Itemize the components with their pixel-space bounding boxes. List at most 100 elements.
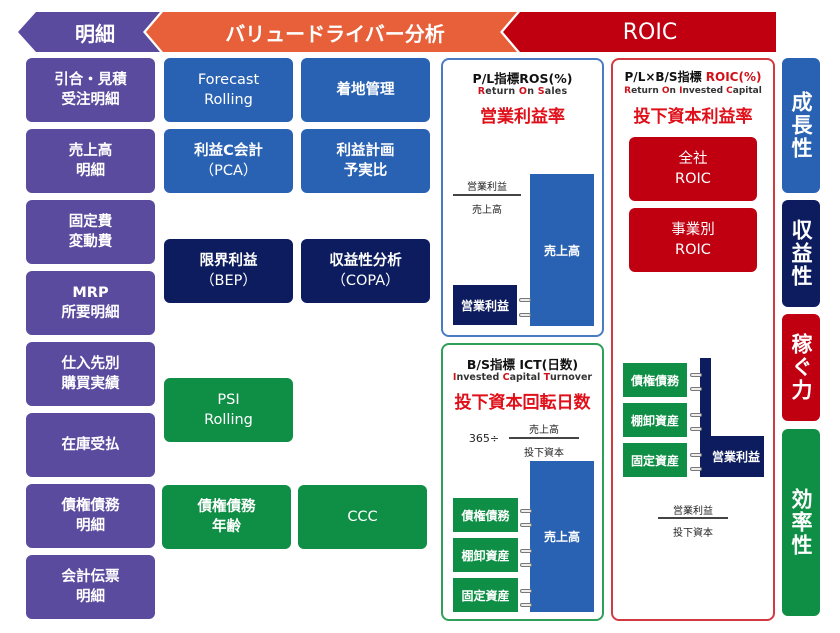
- binder-ring-icon: [690, 387, 702, 391]
- driver-line1: 着地管理: [336, 82, 395, 98]
- driver-pca[interactable]: 利益C会計 （PCA）: [164, 129, 293, 193]
- roic-bar-fixed-assets: 固定資産: [623, 443, 687, 477]
- driver-profit-plan[interactable]: 利益計画 予実比: [301, 129, 430, 193]
- driver-aging[interactable]: 債権債務 年齢: [162, 485, 291, 549]
- roic-bar-inventory: 棚卸資産: [623, 403, 687, 437]
- roic-title-main: P/L×B/S指標: [624, 70, 706, 84]
- detail-item-line1: MRP: [72, 285, 109, 301]
- ict-denominator: 投下資本: [524, 448, 564, 459]
- detail-item-line1: 固定費: [68, 214, 113, 230]
- header-value-driver-label: バリュードライバー分析: [225, 21, 445, 46]
- ros-sub-word: n: [527, 86, 538, 97]
- binder-ring-icon: [520, 563, 532, 567]
- company-roic-line2: ROIC: [675, 171, 711, 187]
- detail-item-line1: 会計伝票: [61, 569, 120, 585]
- binder-ring-icon: [520, 549, 532, 553]
- segment-roic-button[interactable]: 事業別 ROIC: [629, 208, 757, 272]
- roic-sub-word: apital: [732, 86, 762, 96]
- ros-sub-initial: S: [537, 86, 545, 97]
- segment-roic-line2: ROIC: [675, 242, 711, 258]
- driver-psi-rolling[interactable]: PSI Rolling: [164, 378, 293, 442]
- ict-jp-title: 投下資本回転日数: [454, 393, 591, 413]
- roic-subtitle: Return On Invested Capital: [613, 86, 773, 96]
- segment-roic-line1: 事業別: [671, 222, 715, 238]
- driver-line1: 債権債務: [197, 499, 256, 515]
- driver-line2: Rolling: [204, 412, 253, 428]
- binder-ring-icon: [520, 589, 532, 593]
- ros-subtitle: Return On Sales: [443, 86, 602, 97]
- roic-panel[interactable]: P/L×B/S指標 ROIC(%) Return On Invested Cap…: [611, 58, 775, 621]
- side-label-profitability[interactable]: 収益性: [782, 200, 820, 307]
- driver-line2: 年齢: [212, 519, 241, 535]
- side-label-efficiency[interactable]: 効率性: [782, 429, 820, 616]
- ict-prefix: 365÷: [468, 432, 500, 445]
- detail-item-receivables[interactable]: 債権債務 明細: [26, 484, 155, 548]
- detail-item-line2: 購買実績: [61, 376, 120, 392]
- binder-ring-icon: [519, 313, 531, 317]
- driver-forecast-rolling[interactable]: Forecast Rolling: [164, 58, 293, 122]
- ros-panel[interactable]: P/L指標ROS(%) Return On Sales 営業利益率 営業利益 売…: [441, 58, 604, 337]
- roic-sub-word: n: [669, 86, 680, 96]
- driver-bep[interactable]: 限界利益 （BEP）: [164, 239, 293, 303]
- ros-sub-initial: O: [518, 86, 528, 97]
- binder-ring-icon: [520, 603, 532, 607]
- binder-ring-icon: [520, 523, 532, 527]
- driver-line1: 利益C会計: [194, 143, 263, 159]
- ros-jp-title: 営業利益率: [480, 107, 565, 127]
- detail-item-line2: 所要明細: [61, 305, 120, 321]
- binder-ring-icon: [690, 413, 702, 417]
- driver-line2: 予実比: [343, 163, 388, 179]
- ros-bar-operating-profit: 営業利益: [453, 285, 517, 325]
- roic-numerator: 営業利益: [673, 506, 713, 517]
- ict-panel[interactable]: B/S指標 ICT(日数) Invested Capital Turnover …: [441, 343, 604, 621]
- detail-item-purchase[interactable]: 仕入先別 購買実績: [26, 342, 155, 406]
- detail-item-line2: 明細: [76, 518, 105, 534]
- roic-sub-initial: O: [661, 86, 670, 96]
- driver-line2: （BEP）: [200, 273, 257, 289]
- detail-item-line1: 仕入先別: [61, 356, 120, 372]
- detail-item-sales[interactable]: 売上高 明細: [26, 129, 155, 193]
- ict-sub-initial: C: [502, 372, 510, 383]
- driver-ccc[interactable]: CCC: [298, 485, 427, 549]
- driver-line1: Forecast: [197, 72, 260, 88]
- detail-item-mrp[interactable]: MRP 所要明細: [26, 271, 155, 335]
- detail-item-line2: 明細: [76, 589, 105, 605]
- binder-ring-icon: [690, 373, 702, 377]
- detail-item-line2: 変動費: [68, 234, 113, 250]
- roic-title: P/L×B/S指標 ROIC(%): [613, 68, 773, 85]
- company-roic-button[interactable]: 全社 ROIC: [629, 137, 757, 201]
- detail-item-fixed-variable-cost[interactable]: 固定費 変動費: [26, 200, 155, 264]
- side-label-growth[interactable]: 成長性: [782, 58, 820, 193]
- fraction-line: [453, 194, 521, 196]
- roic-denominator: 投下資本: [673, 528, 713, 539]
- roic-jp-title: 投下資本利益率: [633, 107, 753, 127]
- detail-item-inventory[interactable]: 在庫受払: [26, 413, 155, 477]
- detail-item-journal[interactable]: 会計伝票 明細: [26, 555, 155, 619]
- side-label-earning-power[interactable]: 稼ぐ力: [782, 314, 820, 421]
- ict-sub-word: apital: [509, 372, 544, 383]
- ict-bar-fixed-assets: 固定資産: [453, 578, 518, 612]
- ict-sub-word: nvested: [456, 372, 503, 383]
- ros-bar-sales: 売上高: [530, 174, 594, 326]
- roic-bar-receivables: 債権債務: [623, 363, 687, 397]
- driver-landing-management[interactable]: 着地管理: [301, 58, 430, 122]
- detail-item-line2: 明細: [76, 163, 105, 179]
- ros-sub-word: ales: [544, 86, 568, 97]
- roic-bar-operating-profit: 営業利益: [700, 436, 764, 477]
- ict-bar-sales: 売上高: [530, 461, 594, 612]
- driver-line2: Rolling: [204, 92, 253, 108]
- ros-title: P/L指標ROS(%): [472, 71, 573, 86]
- header-meisai-label: 明細: [75, 21, 115, 46]
- binder-ring-icon: [690, 453, 702, 457]
- ict-subtitle: Invested Capital Turnover: [443, 372, 602, 383]
- detail-item-line2: 受注明細: [61, 92, 120, 108]
- ros-numerator: 営業利益: [467, 182, 507, 193]
- driver-line2: （COPA）: [331, 273, 400, 289]
- fraction-line: [658, 517, 728, 519]
- driver-copa[interactable]: 収益性分析 （COPA）: [301, 239, 430, 303]
- company-roic-line1: 全社: [678, 151, 708, 167]
- detail-item-inquiry[interactable]: 引合・見積 受注明細: [26, 58, 155, 122]
- roic-sub-initial: C: [726, 86, 733, 96]
- detail-item-line1: 債権債務: [61, 498, 120, 514]
- binder-ring-icon: [690, 427, 702, 431]
